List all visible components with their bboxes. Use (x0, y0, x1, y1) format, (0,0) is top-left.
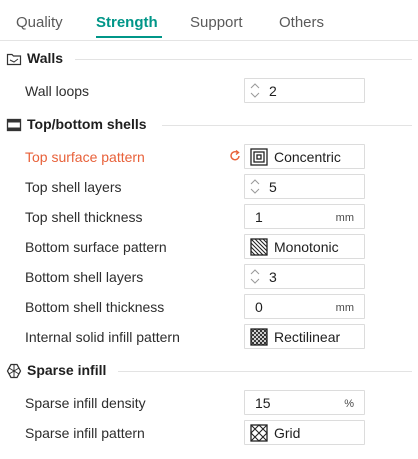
bottom-shell-layers-value: 3 (269, 269, 277, 285)
walls-icon (6, 53, 22, 66)
bottom-surface-pattern-select[interactable]: Monotonic (244, 234, 365, 259)
concentric-pattern-icon (250, 148, 268, 166)
row-top-shell-layers: Top shell layers 5 (0, 172, 418, 202)
infill-icon (6, 363, 22, 379)
section-rule (75, 59, 412, 60)
bottom-shell-thickness-label: Bottom shell thickness (25, 299, 165, 315)
section-rule (162, 125, 412, 126)
sparse-infill-pattern-label: Sparse infill pattern (25, 425, 145, 441)
spin-arrows-icon[interactable] (249, 267, 261, 286)
row-top-shell-thickness: Top shell thickness 1 mm (0, 202, 418, 232)
internal-solid-infill-pattern-label: Internal solid infill pattern (25, 329, 180, 345)
row-bottom-shell-thickness: Bottom shell thickness 0 mm (0, 292, 418, 322)
sparse-infill-density-label: Sparse infill density (25, 395, 146, 411)
bottom-shell-layers-input[interactable]: 3 (244, 264, 365, 289)
top-shell-thickness-label: Top shell thickness (25, 209, 143, 225)
tab-strength[interactable]: Strength (96, 14, 158, 31)
wall-loops-label: Wall loops (25, 83, 90, 99)
bottom-surface-pattern-value: Monotonic (274, 239, 339, 255)
bottom-shell-layers-label: Bottom shell layers (25, 269, 144, 285)
bottom-shell-thickness-value: 0 (255, 299, 263, 315)
internal-solid-infill-pattern-value: Rectilinear (274, 329, 341, 345)
top-shell-layers-label: Top shell layers (25, 179, 122, 195)
row-bottom-surface-pattern: Bottom surface pattern Monotonic (0, 232, 418, 262)
section-rule (118, 371, 412, 372)
row-internal-solid-infill-pattern: Internal solid infill pattern Rectilinea… (0, 322, 418, 352)
section-sparse-infill: Sparse infill (0, 359, 418, 383)
active-tab-indicator (96, 36, 162, 38)
top-shell-thickness-value: 1 (255, 209, 263, 225)
sparse-infill-density-input[interactable]: 15 % (244, 390, 365, 415)
top-surface-pattern-value: Concentric (274, 149, 341, 165)
row-bottom-shell-layers: Bottom shell layers 3 (0, 262, 418, 292)
spin-arrows-icon[interactable] (249, 81, 261, 100)
section-top-bottom-shells: Top/bottom shells (0, 113, 418, 137)
tab-support[interactable]: Support (190, 14, 243, 31)
tab-divider (0, 40, 418, 41)
top-shell-thickness-input[interactable]: 1 mm (244, 204, 365, 229)
tab-bar: Quality Strength Support Others (0, 0, 418, 40)
top-shell-layers-input[interactable]: 5 (244, 174, 365, 199)
tab-quality[interactable]: Quality (16, 14, 63, 31)
unit-label: % (344, 398, 354, 410)
monotonic-pattern-icon (250, 238, 268, 256)
unit-label: mm (335, 212, 354, 224)
section-title-top-bottom: Top/bottom shells (27, 116, 147, 132)
row-sparse-infill-pattern: Sparse infill pattern Grid (0, 418, 418, 448)
sparse-infill-pattern-select[interactable]: Grid (244, 420, 365, 445)
spin-arrows-icon[interactable] (249, 177, 261, 196)
internal-solid-infill-pattern-select[interactable]: Rectilinear (244, 324, 365, 349)
wall-loops-value: 2 (269, 83, 277, 99)
wall-loops-input[interactable]: 2 (244, 78, 365, 103)
section-title-sparse-infill: Sparse infill (27, 362, 107, 378)
top-shell-layers-value: 5 (269, 179, 277, 195)
sparse-infill-pattern-value: Grid (274, 425, 301, 441)
row-top-surface-pattern: Top surface pattern Concentric (0, 142, 418, 172)
row-sparse-infill-density: Sparse infill density 15 % (0, 388, 418, 418)
section-title-walls: Walls (27, 50, 64, 66)
bottom-surface-pattern-label: Bottom surface pattern (25, 239, 167, 255)
sparse-infill-density-value: 15 (255, 395, 271, 411)
reset-icon[interactable] (228, 149, 242, 163)
shells-icon (6, 118, 22, 132)
top-surface-pattern-select[interactable]: Concentric (244, 144, 365, 169)
grid-pattern-icon (250, 424, 268, 442)
unit-label: mm (335, 302, 354, 314)
tab-others[interactable]: Others (279, 14, 324, 31)
bottom-shell-thickness-input[interactable]: 0 mm (244, 294, 365, 319)
row-wall-loops: Wall loops 2 (0, 76, 418, 106)
top-surface-pattern-label: Top surface pattern (25, 149, 145, 165)
section-walls: Walls (0, 47, 418, 71)
rectilinear-pattern-icon (250, 328, 268, 346)
